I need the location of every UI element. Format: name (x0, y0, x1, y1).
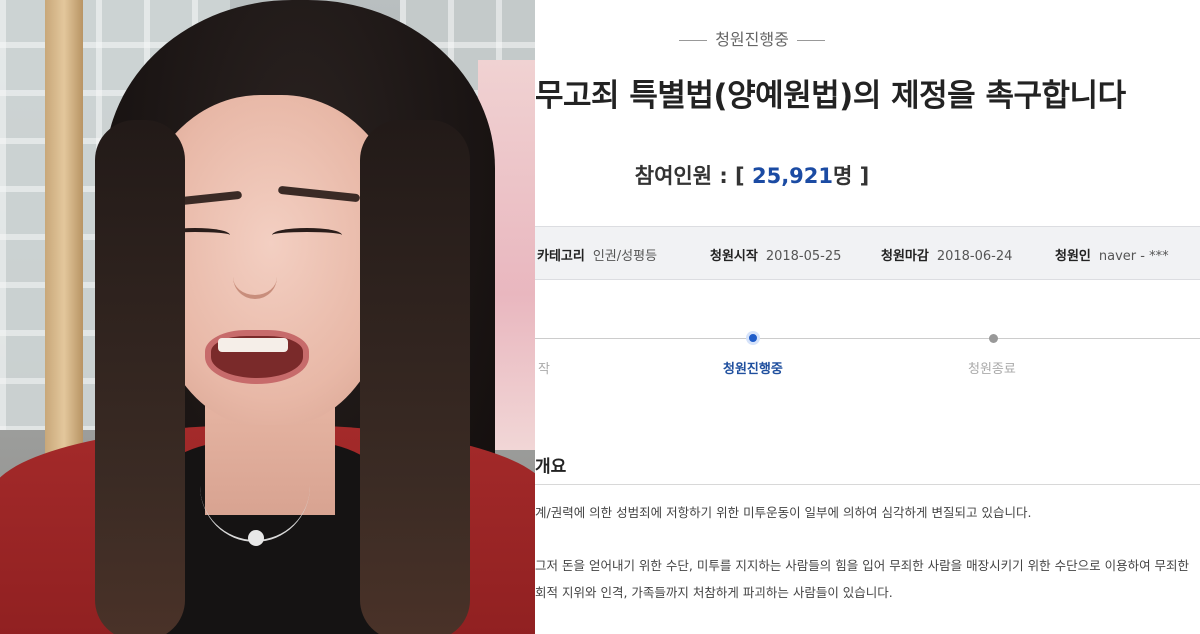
petition-page: 청원진행중 무고죄 특별법(양예원법)의 제정을 촉구합니다 참여인원 : [ … (535, 0, 1200, 634)
petition-title: 무고죄 특별법(양예원법)의 제정을 촉구합니다 (535, 78, 1126, 114)
teeth (218, 338, 288, 352)
hair-strand-right (360, 120, 470, 634)
meta-author-label: 청원인 (1055, 249, 1091, 264)
petition-progress: 작 청원진행중 청원종료 (535, 325, 1200, 385)
summary-line-2: 그저 돈을 얻어내기 위한 수단, 미투를 지지하는 사람들의 힘을 입어 무죄… (535, 558, 1190, 573)
participant-count: 참여인원 : [ 25,921명 ] (535, 160, 969, 190)
status-badge: 청원진행중 (715, 30, 789, 49)
progress-label-prev: 작 (538, 362, 550, 377)
progress-track (535, 338, 1200, 339)
pendant (248, 530, 264, 546)
summary-heading: 개요 (535, 457, 567, 477)
summary-line-3: 회적 지위와 인격, 가족들까지 처참하게 파괴하는 사람들이 있습니다. (535, 585, 893, 600)
progress-label-current: 청원진행중 (723, 362, 783, 377)
progress-dot-current (746, 331, 760, 345)
nose (233, 255, 277, 299)
crying-woman-photo (0, 0, 535, 634)
meta-category-label: 카테고리 (537, 249, 585, 264)
hair-strand-left (95, 120, 185, 634)
meta-start-label: 청원시작 (710, 249, 758, 264)
status-line-left (679, 40, 708, 41)
meta-end-label: 청원마감 (881, 249, 929, 264)
meta-start-value: 2018-05-25 (765, 249, 842, 264)
status-header: 청원진행중 (535, 26, 969, 50)
progress-dot-next (989, 334, 998, 343)
summary-line-1: 계/권력에 의한 성범죄에 저항하기 위한 미투운동이 일부에 의하여 심각하게… (535, 505, 1032, 520)
petition-meta-bar: 카테고리 인권/성평등 청원시작 2018-05-25 청원마감 2018-06-24… (535, 226, 1200, 280)
meta-start: 청원시작 2018-05-25 (710, 245, 841, 264)
meta-category-value: 인권/성평등 (592, 249, 658, 264)
meta-category: 카테고리 인권/성평등 (537, 245, 657, 264)
meta-end: 청원마감 2018-06-24 (881, 245, 1012, 264)
progress-label-next: 청원종료 (968, 362, 1016, 377)
participant-label: 참여인원 : [ (634, 164, 752, 188)
right-eye (272, 228, 342, 242)
participant-unit: 명 ] (833, 164, 870, 188)
participant-number: 25,921 (751, 164, 834, 188)
status-line-right (796, 40, 825, 41)
summary-divider (535, 484, 1200, 485)
meta-author-value: naver - *** (1098, 249, 1169, 264)
meta-author: 청원인 naver - *** (1055, 245, 1169, 264)
meta-end-value: 2018-06-24 (936, 249, 1013, 264)
necklace (200, 430, 310, 542)
